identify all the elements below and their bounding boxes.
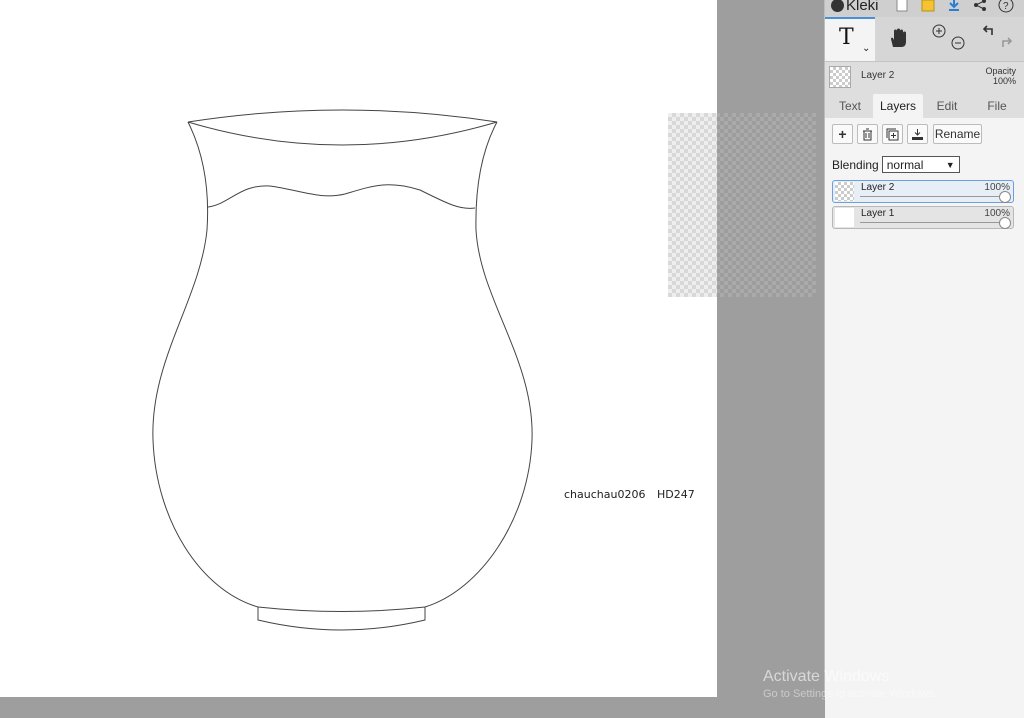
plus-icon: +	[838, 126, 847, 142]
layer-thumbnail	[835, 208, 854, 227]
opacity-slider-handle[interactable]	[999, 217, 1011, 229]
side-panel: Kleki ? T ⌄ Layer 2 Opacity 100% Text La…	[824, 0, 1024, 718]
duplicate-icon	[886, 128, 899, 140]
tab-edit[interactable]: Edit	[927, 94, 967, 118]
folder-icon[interactable]	[919, 0, 937, 14]
share-icon[interactable]	[971, 0, 989, 14]
zoom-in-icon[interactable]	[931, 23, 947, 44]
blending-value: normal	[886, 157, 924, 172]
merge-layer-button[interactable]	[907, 124, 928, 144]
layers-panel: + Rename Blending normal ▼ Layer 2 100%	[825, 118, 1024, 718]
vase-foot	[257, 607, 426, 631]
opacity-slider-track[interactable]	[860, 196, 1005, 197]
redo-icon[interactable]	[999, 35, 1015, 56]
hand-tool-icon[interactable]	[887, 27, 909, 54]
activate-windows-title: Activate Windows	[763, 668, 890, 685]
text-tool-button[interactable]: T ⌄	[825, 17, 875, 61]
trash-icon	[863, 128, 872, 140]
blending-select[interactable]: normal ▼	[881, 156, 960, 173]
activate-windows-subtitle: Go to Settings to activate Windows.	[763, 688, 937, 700]
tab-file[interactable]: File	[975, 94, 1019, 118]
text-tool-icon: T	[839, 25, 854, 50]
current-layer-thumbnail	[829, 66, 851, 88]
watermark-text: chauchau0206	[564, 488, 646, 501]
code-text: HD247	[657, 488, 695, 501]
vase-rim-top	[187, 109, 498, 123]
duplicate-layer-button[interactable]	[882, 124, 903, 144]
blending-row: Blending normal ▼	[832, 156, 960, 173]
add-layer-button[interactable]: +	[832, 124, 853, 144]
help-icon[interactable]: ?	[997, 0, 1015, 14]
vase-right-side	[424, 121, 533, 608]
layer-row-layer-2[interactable]: Layer 2 100%	[832, 180, 1014, 203]
merge-down-icon	[912, 128, 923, 140]
zoom-out-icon[interactable]	[950, 35, 966, 56]
delete-layer-button[interactable]	[857, 124, 878, 144]
vase-wave-band	[207, 184, 476, 209]
tool-row: T ⌄	[825, 17, 1024, 62]
undo-icon[interactable]	[980, 23, 996, 44]
vase-rim-bottom	[187, 121, 498, 146]
opacity-slider-handle[interactable]	[999, 191, 1011, 203]
top-bar: Kleki ?	[825, 0, 1024, 17]
layer-name: Layer 1	[861, 208, 895, 219]
vase-drawing	[152, 109, 533, 631]
new-file-icon[interactable]	[893, 0, 911, 14]
layer-name: Layer 2	[861, 182, 895, 193]
app-brand[interactable]: Kleki	[831, 0, 879, 14]
svg-text:?: ?	[1003, 1, 1009, 12]
current-layer-name: Layer 2	[861, 70, 895, 81]
app-name: Kleki	[846, 0, 879, 14]
canvas-background	[717, 0, 824, 697]
vase-foot-top	[257, 606, 426, 612]
canvas-preview-shade	[717, 113, 816, 297]
chevron-down-icon[interactable]: ⌄	[862, 43, 870, 54]
layer-row-layer-1[interactable]: Layer 1 100%	[832, 206, 1014, 229]
vase-left-side	[152, 121, 259, 608]
chevron-down-icon: ▼	[945, 159, 955, 170]
opacity-label: Opacity	[985, 66, 1016, 76]
download-icon[interactable]	[945, 0, 963, 14]
blending-label: Blending	[832, 157, 879, 172]
opacity-readout: Opacity 100%	[985, 66, 1016, 86]
rename-layer-button[interactable]: Rename	[933, 124, 982, 144]
opacity-value: 100%	[992, 76, 1016, 86]
panel-tabs: Text Layers Edit File	[825, 92, 1024, 118]
opacity-slider-track[interactable]	[860, 222, 1005, 223]
tab-layers[interactable]: Layers	[873, 94, 923, 118]
tab-text[interactable]: Text	[831, 94, 869, 118]
current-layer-info: Layer 2 Opacity 100%	[825, 62, 1024, 92]
kleki-logo-icon	[831, 0, 844, 12]
layer-thumbnail	[835, 182, 854, 201]
